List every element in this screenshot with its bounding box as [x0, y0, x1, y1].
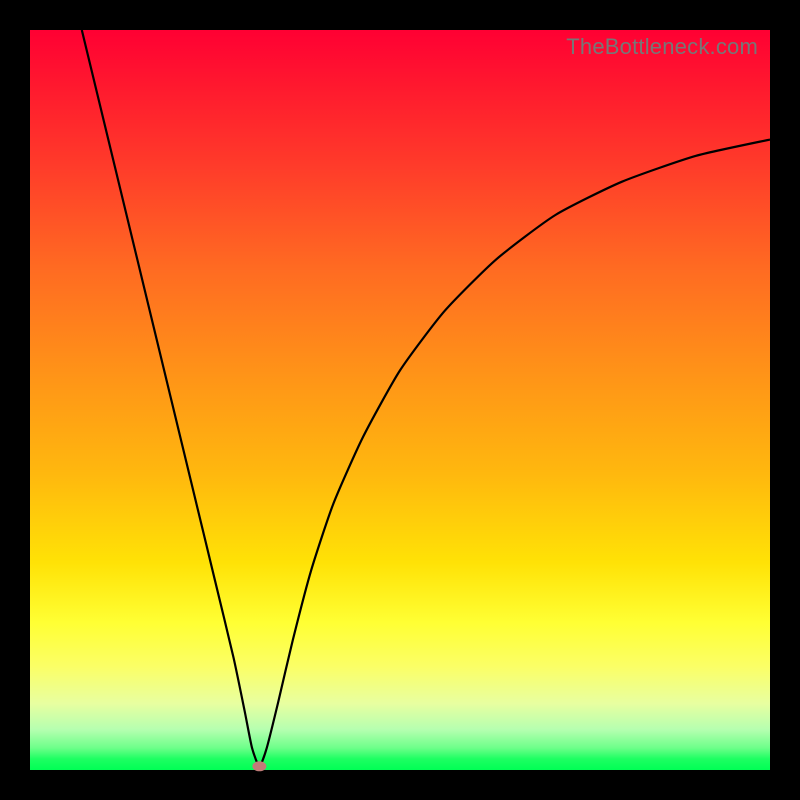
watermark-label: TheBottleneck.com: [566, 34, 758, 60]
chart-frame: TheBottleneck.com: [0, 0, 800, 800]
plot-area: TheBottleneck.com: [30, 30, 770, 770]
min-marker: [252, 761, 266, 771]
curve-svg: [30, 30, 770, 770]
bottleneck-curve: [82, 30, 770, 766]
